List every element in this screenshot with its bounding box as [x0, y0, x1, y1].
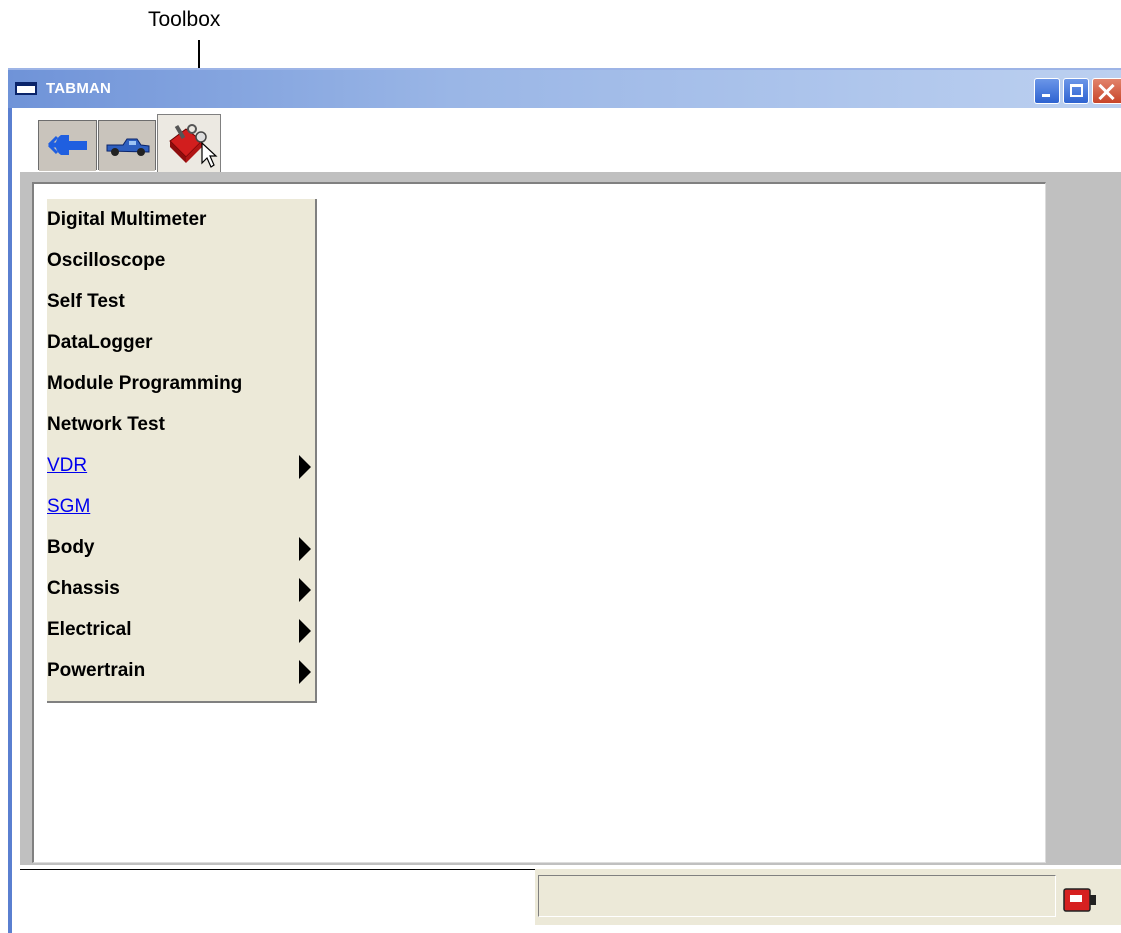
menu-item-network-test[interactable]: Network Test	[47, 404, 315, 445]
submenu-arrow-icon	[299, 455, 311, 479]
content-panel: Digital Multimeter Oscilloscope Self Tes…	[32, 182, 1046, 863]
tabman-window: TABMAN Digital Multimeter Oscilloscope S…	[8, 68, 1121, 933]
menu-item-label: Oscilloscope	[47, 250, 166, 271]
window-frame-left	[8, 108, 12, 933]
close-button[interactable]	[1092, 78, 1121, 104]
tab-connector[interactable]	[38, 120, 97, 171]
submenu-arrow-icon	[299, 537, 311, 561]
window-icon	[15, 82, 37, 95]
minimize-button[interactable]	[1034, 78, 1060, 104]
tab-vehicle[interactable]	[98, 120, 156, 171]
menu-item-label: VDR	[47, 455, 88, 476]
toolbox-cursor-icon	[158, 115, 220, 173]
menu-item-vdr[interactable]: VDR	[47, 445, 315, 486]
connector-plug-icon	[39, 121, 96, 171]
menu-item-label: Self Test	[47, 291, 125, 312]
menu-item-powertrain[interactable]: Powertrain	[47, 650, 315, 691]
client-area: Digital Multimeter Oscilloscope Self Tes…	[20, 172, 1121, 865]
menu-item-digital-multimeter[interactable]: Digital Multimeter	[47, 199, 315, 240]
status-text-panel	[538, 875, 1056, 917]
maximize-button[interactable]	[1063, 78, 1089, 104]
menu-item-module-programming[interactable]: Module Programming	[47, 363, 315, 404]
menu-item-label: Powertrain	[47, 660, 146, 681]
menu-item-sgm[interactable]: SGM	[47, 486, 315, 527]
tab-toolbox[interactable]	[157, 114, 221, 173]
menu-item-label: Electrical	[47, 619, 132, 640]
tab-strip	[12, 108, 1121, 173]
menu-item-label: Body	[47, 537, 95, 558]
menu-item-oscilloscope[interactable]: Oscilloscope	[47, 240, 315, 281]
menu-item-body[interactable]: Body	[47, 527, 315, 568]
menu-item-label: SGM	[47, 496, 91, 517]
menu-item-label: Digital Multimeter	[47, 209, 207, 230]
toolbox-callout-label: Toolbox	[148, 8, 221, 31]
title-bar[interactable]: TABMAN	[8, 68, 1121, 110]
pickup-truck-icon	[99, 121, 155, 171]
window-title: TABMAN	[46, 80, 112, 97]
vcm-device-icon[interactable]	[1063, 887, 1097, 913]
submenu-arrow-icon	[299, 660, 311, 684]
menu-item-label: Chassis	[47, 578, 120, 599]
menu-item-label: DataLogger	[47, 332, 153, 353]
submenu-arrow-icon	[299, 578, 311, 602]
menu-item-self-test[interactable]: Self Test	[47, 281, 315, 322]
status-bar	[20, 865, 1121, 933]
menu-item-electrical[interactable]: Electrical	[47, 609, 315, 650]
menu-item-datalogger[interactable]: DataLogger	[47, 322, 315, 363]
menu-item-chassis[interactable]: Chassis	[47, 568, 315, 609]
menu-item-label: Network Test	[47, 414, 165, 435]
menu-item-label: Module Programming	[47, 373, 243, 394]
toolbox-menu: Digital Multimeter Oscilloscope Self Tes…	[47, 199, 317, 703]
submenu-arrow-icon	[299, 619, 311, 643]
